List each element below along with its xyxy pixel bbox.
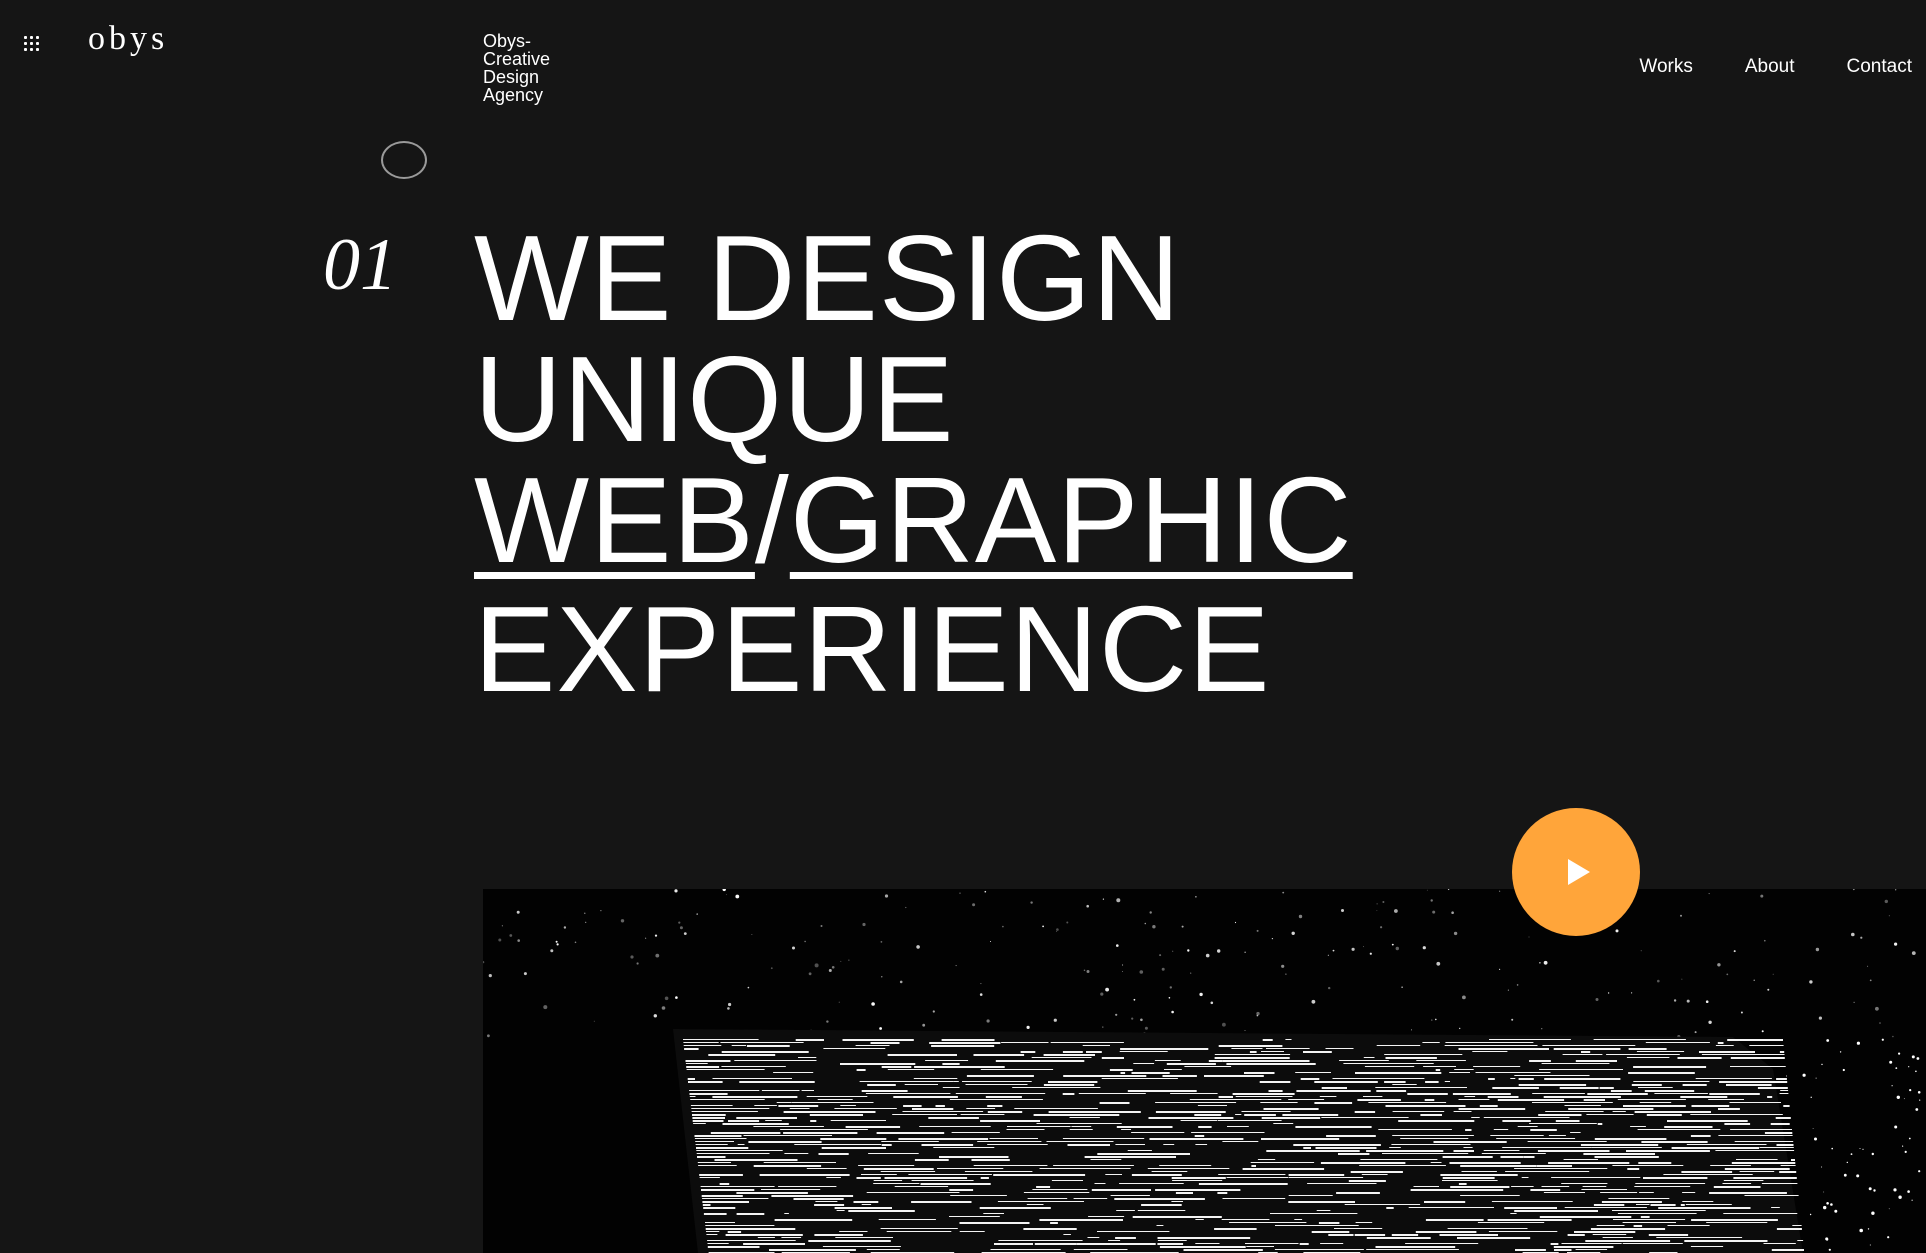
section-number: 01 <box>323 224 397 306</box>
headline-web-link[interactable]: WEB <box>474 452 755 588</box>
play-button[interactable] <box>1512 808 1640 936</box>
headline-line-2: UNIQUE <box>474 331 955 467</box>
headline-line-1: WE DESIGN <box>474 210 1182 346</box>
headline-graphic-link[interactable]: GRAPHIC <box>790 452 1353 588</box>
grid-menu-icon[interactable] <box>24 36 42 54</box>
nav-link-contact[interactable]: Contact <box>1847 56 1912 78</box>
headline-line-3: WEB/GRAPHIC <box>474 459 1353 581</box>
headline-slash: / <box>754 452 790 588</box>
nav-link-works[interactable]: Works <box>1639 56 1692 78</box>
tagline-line: Design <box>483 67 540 87</box>
page: obys Obys- Creative Design Agency Works … <box>0 0 1926 1253</box>
video-preview[interactable] <box>483 889 1926 1253</box>
nav-link-about[interactable]: About <box>1745 56 1795 78</box>
video-frame-image <box>483 889 1926 1253</box>
tagline: Obys- Creative Design Agency <box>483 32 573 104</box>
hero-headline: WE DESIGN UNIQUE WEB/GRAPHIC EXPERIENCE <box>474 210 1353 717</box>
headline-line-4: EXPERIENCE <box>474 581 1271 717</box>
tagline-line: Agency <box>483 85 544 105</box>
cursor-circle-icon <box>381 141 427 179</box>
tagline-line: Obys- <box>483 31 532 51</box>
logo[interactable]: obys <box>88 22 168 56</box>
play-icon <box>1568 859 1590 885</box>
main-nav: Works About Contact <box>1639 56 1912 78</box>
tagline-line: Creative <box>483 49 551 69</box>
